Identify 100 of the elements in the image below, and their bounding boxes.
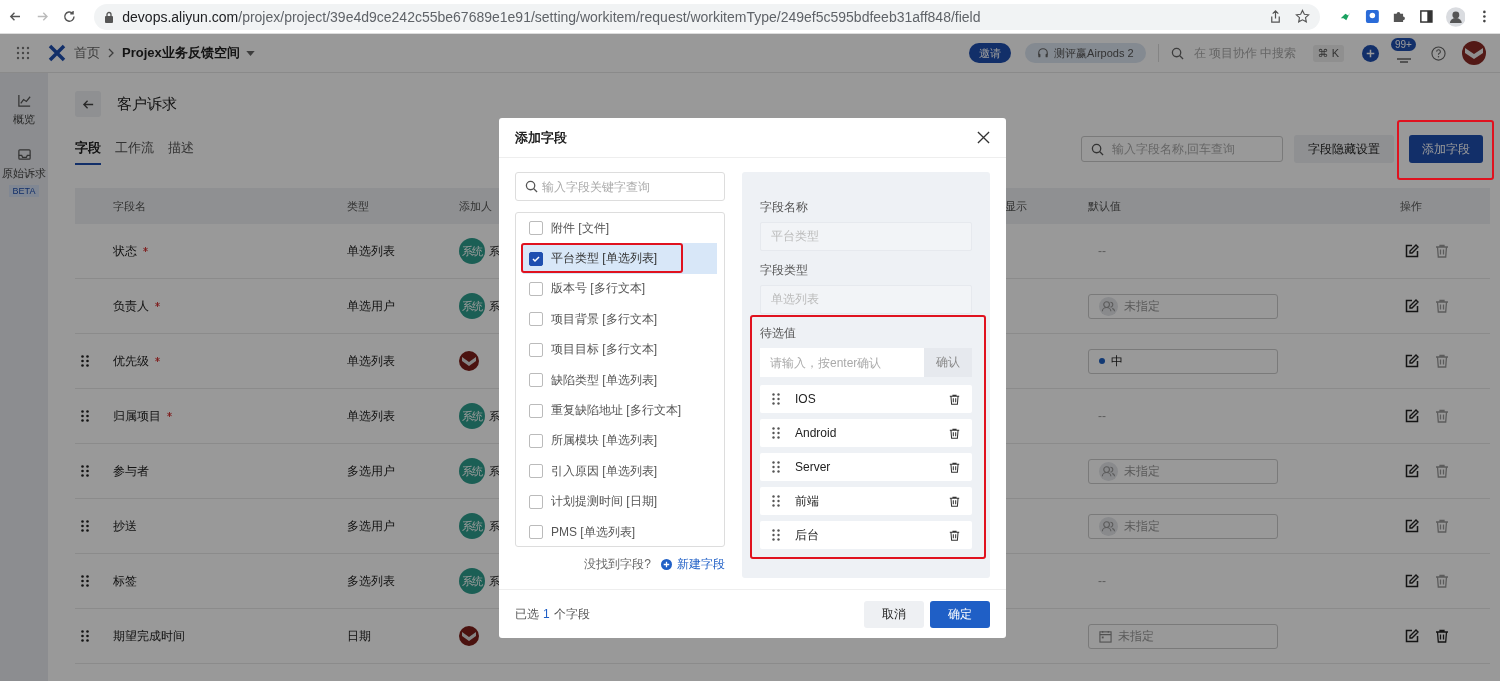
drag-handle-icon[interactable] — [81, 575, 89, 587]
drag-handle-icon[interactable] — [81, 355, 89, 367]
table-cell: 日期 — [347, 627, 371, 645]
field-name: 抄送 — [113, 517, 137, 535]
adder-name: 系 — [489, 298, 500, 314]
field-label: 字段类型 — [760, 263, 809, 277]
adder-name: 系 — [489, 463, 500, 479]
drag-handle-icon[interactable] — [81, 465, 89, 477]
field-option[interactable]: 引入原因 [单选列表] — [523, 456, 717, 487]
apps-grid-icon[interactable] — [16, 46, 30, 60]
sidebar-icon[interactable] — [1418, 9, 1434, 24]
edit-icon[interactable] — [1405, 629, 1419, 643]
field-option[interactable]: PMS [单选列表] — [523, 516, 717, 548]
field-option[interactable]: 所属模块 [单选列表] — [523, 425, 717, 457]
delete-icon[interactable] — [949, 529, 960, 541]
drag-handle-icon[interactable] — [772, 495, 780, 507]
hide-settings-button[interactable]: 字段隐藏设置 — [1294, 135, 1394, 163]
checkbox[interactable] — [529, 251, 543, 266]
puzzle-icon[interactable] — [1392, 9, 1407, 24]
help-icon[interactable] — [1431, 45, 1446, 61]
edit-icon[interactable] — [1405, 519, 1419, 533]
close-icon[interactable] — [977, 131, 990, 144]
system-avatar: 系统 — [459, 403, 485, 429]
user-avatar — [459, 626, 479, 646]
checkbox[interactable] — [529, 342, 543, 357]
user-avatar[interactable] — [1462, 41, 1486, 65]
breadcrumb-link[interactable]: 首页 — [74, 44, 100, 62]
option-input[interactable]: 请输入，按enter确认 — [760, 348, 924, 377]
checkbox[interactable] — [529, 281, 543, 296]
checkbox[interactable] — [529, 312, 543, 327]
field-option[interactable]: 项目背景 [多行文本] — [523, 304, 717, 335]
system-avatar: 系统 — [459, 238, 485, 264]
system-avatar: 系统 — [459, 293, 485, 319]
drag-handle-icon[interactable] — [81, 630, 89, 642]
profile-icon[interactable] — [1445, 6, 1466, 27]
edit-icon[interactable] — [1405, 244, 1419, 258]
empty-value: -- — [1098, 244, 1106, 258]
field-option[interactable]: 项目目标 [多行文本] — [523, 334, 717, 365]
drag-handle-icon[interactable] — [772, 461, 780, 473]
checkbox[interactable] — [529, 373, 543, 388]
delete-icon[interactable] — [949, 495, 960, 507]
checkbox[interactable] — [529, 525, 543, 540]
logo-icon[interactable] — [48, 44, 66, 62]
field-option[interactable]: 计划提测时间 [日期] — [523, 486, 717, 517]
caret-icon[interactable] — [245, 50, 255, 56]
checkbox[interactable] — [529, 433, 543, 448]
edit-icon[interactable] — [1405, 299, 1419, 313]
system-avatar: 系统 — [459, 568, 485, 594]
sidebar-item[interactable]: 概览 — [13, 112, 35, 127]
field-option[interactable]: 重复缺陷地址 [多行文本] — [523, 395, 717, 426]
address-bar[interactable]: devops.aliyun.com/projex/project/39e4d9ce242c55be67689e1e91/setting/workitem/request/workitemType/249ef5c595bdfeeb31aff848/field — [94, 3, 1321, 30]
url-path: /projex/project/39e4d9ce242c55be67689e1e91/setting/workitem/request/workitemType/249ef5c595bdfeeb31aff848/field — [238, 8, 981, 25]
add-field-button[interactable]: 添加字段 — [1409, 135, 1483, 163]
cancel-button[interactable]: 取消 — [864, 600, 924, 628]
sidebar-item[interactable]: 原始诉求 — [2, 166, 46, 181]
delete-icon[interactable] — [949, 461, 960, 473]
new-field-link[interactable]: 新建字段 — [661, 556, 725, 573]
plus-circle-icon[interactable] — [1362, 44, 1379, 62]
promo-button[interactable]: 测评赢Airpods 2 — [1025, 43, 1146, 63]
drag-handle-icon[interactable] — [81, 410, 89, 422]
delete-icon[interactable] — [949, 427, 960, 439]
reload-icon[interactable] — [61, 9, 77, 24]
drag-handle-icon[interactable] — [772, 427, 780, 439]
field-option[interactable]: 附件 [文件] — [523, 213, 717, 244]
url-host: devops.aliyun.com — [122, 8, 239, 25]
drag-handle-icon[interactable] — [772, 393, 780, 405]
drag-handle-icon[interactable] — [772, 529, 780, 541]
option-select[interactable]: 中 — [1088, 348, 1278, 374]
back-button[interactable] — [75, 91, 101, 117]
checkbox[interactable] — [529, 494, 543, 509]
edit-icon[interactable] — [1405, 354, 1419, 368]
adder-name: 系 — [489, 518, 500, 534]
extension-icon[interactable] — [1365, 9, 1380, 24]
field-option[interactable]: 版本号 [多行文本] — [523, 273, 717, 305]
project-name[interactable]: Projex业务反馈空间 — [122, 44, 240, 62]
drag-handle-icon[interactable] — [81, 520, 89, 532]
users-icon — [1099, 516, 1118, 536]
field-name: 负责人 — [113, 297, 149, 315]
edit-icon[interactable] — [1405, 574, 1419, 588]
table-cell: 多选用户 — [347, 517, 395, 535]
tab[interactable]: 字段 — [75, 133, 101, 165]
checkbox[interactable] — [529, 464, 543, 479]
checkbox[interactable] — [529, 221, 543, 236]
tab[interactable]: 工作流 — [115, 133, 154, 165]
field-option[interactable]: 缺陷类型 [单选列表] — [523, 364, 717, 396]
notification-badge: 99+ — [1391, 38, 1416, 51]
column-header: 显示 — [1005, 198, 1027, 214]
field-keyword-search[interactable]: 输入字段关键字查询 — [515, 172, 725, 201]
table-cell: 单选列表 — [347, 352, 395, 370]
star-icon[interactable] — [1295, 9, 1311, 24]
column-header: 添加人 — [459, 198, 492, 214]
edit-icon[interactable] — [1405, 464, 1419, 478]
edit-icon[interactable] — [1405, 409, 1419, 423]
delete-icon[interactable] — [949, 393, 960, 405]
invite-button[interactable]: 邀请 — [969, 43, 1012, 63]
delete-icon[interactable] — [1435, 629, 1449, 643]
chart-icon[interactable] — [16, 93, 32, 108]
checkbox[interactable] — [529, 403, 543, 418]
ok-button[interactable]: 确定 — [930, 600, 990, 628]
tab[interactable]: 描述 — [168, 133, 194, 165]
